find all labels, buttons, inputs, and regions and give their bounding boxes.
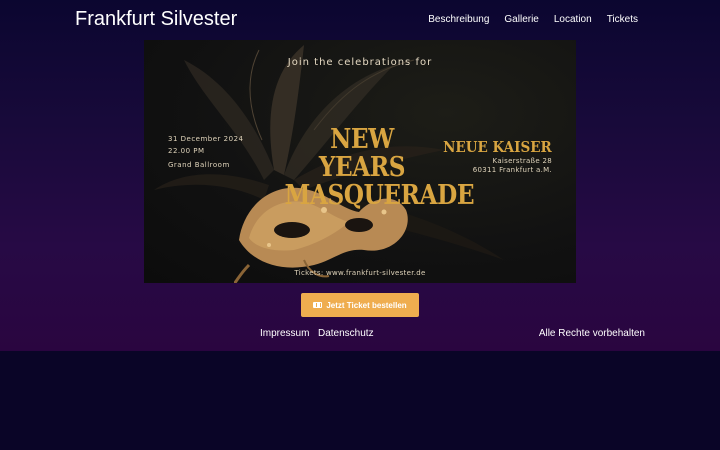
nav-tickets[interactable]: Tickets bbox=[607, 14, 638, 25]
event-banner: Join the celebrations for 31 December 20… bbox=[144, 40, 576, 283]
footer-datenschutz-link[interactable]: Datenschutz bbox=[318, 328, 374, 339]
event-title: NEW YEARS MASQUERADE bbox=[284, 124, 475, 211]
venue-city: 60311 Frankfurt a.M. bbox=[472, 166, 552, 174]
page-lower-background bbox=[0, 351, 720, 450]
site-header: Frankfurt Silvester Beschreibung Galleri… bbox=[0, 0, 720, 40]
site-brand[interactable]: Frankfurt Silvester bbox=[75, 8, 237, 31]
ticket-url: Tickets: www.frankfurt-silvester.de bbox=[294, 269, 426, 277]
event-room: Grand Ballroom bbox=[168, 161, 230, 169]
event-date: 31 December 2024 bbox=[168, 135, 244, 143]
order-ticket-label: Jetzt Ticket bestellen bbox=[326, 300, 407, 310]
event-time: 22.00 PM bbox=[168, 147, 205, 155]
footer-rights: Alle Rechte vorbehalten bbox=[538, 328, 645, 339]
event-title-line2: MASQUERADE bbox=[284, 180, 475, 211]
footer-impressum-link[interactable]: Impressum bbox=[260, 328, 309, 339]
venue-street: Kaiserstraße 28 bbox=[492, 157, 552, 165]
venue-name: NEUE KAISER bbox=[443, 138, 552, 156]
nav-beschreibung[interactable]: Beschreibung bbox=[428, 14, 489, 25]
order-ticket-button[interactable]: Jetzt Ticket bestellen bbox=[301, 293, 419, 317]
ticket-icon bbox=[313, 302, 323, 308]
banner-intro: Join the celebrations for bbox=[287, 57, 433, 68]
event-title-line1: NEW YEARS bbox=[318, 124, 406, 183]
nav-location[interactable]: Location bbox=[554, 14, 592, 25]
main-nav: Beschreibung Gallerie Location Tickets bbox=[428, 14, 638, 25]
nav-gallerie[interactable]: Gallerie bbox=[504, 14, 538, 25]
